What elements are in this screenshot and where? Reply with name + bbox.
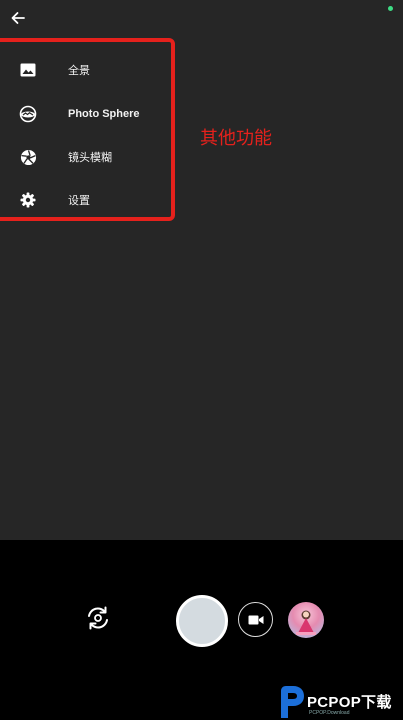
menu-item-photo-sphere[interactable]: Photo Sphere <box>0 94 175 134</box>
menu-item-settings[interactable]: 设置 <box>0 180 175 220</box>
viewfinder: 全景 Photo Sphere 镜头模糊 设置 其他功能 <box>0 0 403 540</box>
menu-item-label: 镜头模糊 <box>68 152 112 164</box>
menu-item-panorama[interactable]: 全景 <box>0 50 175 90</box>
video-mode-button[interactable] <box>238 602 273 637</box>
gallery-thumbnail[interactable] <box>288 602 324 638</box>
pcpop-logo-icon <box>281 686 304 718</box>
more-modes-menu: 全景 Photo Sphere 镜头模糊 设置 <box>0 49 175 221</box>
aperture-icon <box>19 148 37 166</box>
arrow-left-icon <box>11 12 25 24</box>
watermark: PCPOP下载 PCPOP.Download <box>277 685 403 720</box>
image-icon <box>19 61 37 79</box>
shutter-button[interactable] <box>176 595 228 647</box>
menu-item-label: 全景 <box>68 65 90 77</box>
back-button[interactable] <box>6 6 30 30</box>
annotation-label: 其他功能 <box>200 128 272 148</box>
photo-sphere-icon <box>19 105 37 123</box>
menu-item-label: 设置 <box>68 195 90 207</box>
gear-icon <box>19 191 37 209</box>
menu-item-lens-blur[interactable]: 镜头模糊 <box>0 137 175 177</box>
video-camera-icon <box>248 615 263 624</box>
menu-item-label: Photo Sphere <box>68 108 140 120</box>
switch-camera-icon <box>88 606 108 630</box>
watermark-subtext: PCPOP.Download <box>309 710 350 716</box>
watermark-text: PCPOP下载 <box>307 694 392 711</box>
switch-camera-button[interactable] <box>82 602 114 634</box>
camera-controls-bar: PCPOP下载 PCPOP.Download <box>0 540 403 720</box>
status-indicator <box>388 6 393 11</box>
